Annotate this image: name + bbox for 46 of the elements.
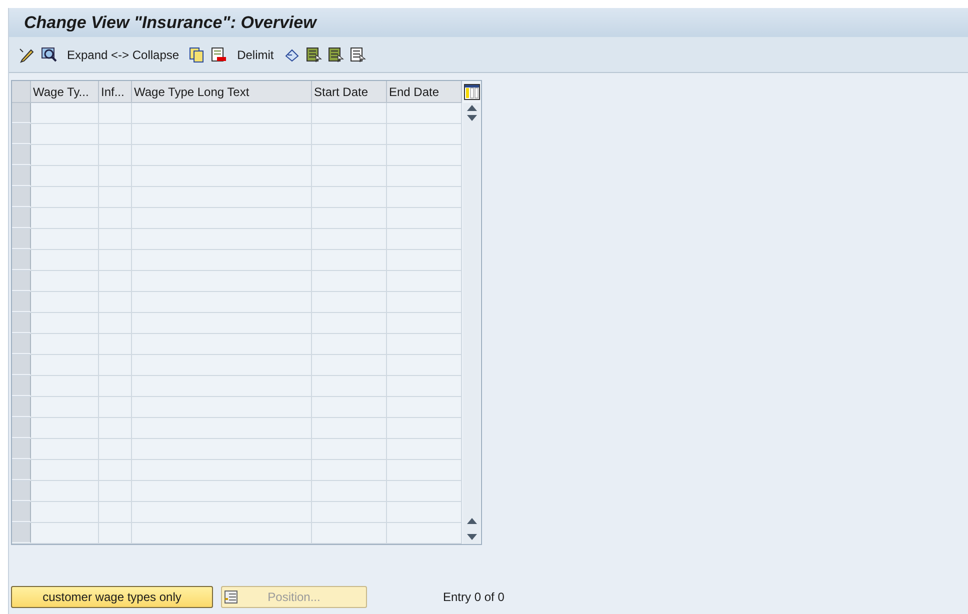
toolbar-button[interactable]: Delimit [233,46,278,64]
scroll-up-icon[interactable] [466,105,476,111]
row-selector[interactable] [12,355,31,375]
scrollbar[interactable] [463,103,480,544]
copy-icon[interactable] [189,46,206,62]
delete-row-icon[interactable] [211,46,228,62]
column-settings-icon[interactable] [464,84,480,100]
row-selector[interactable] [12,502,31,522]
row-selector[interactable] [12,397,31,417]
scroll-down-icon[interactable] [466,534,476,540]
entry-count: Entry 0 of 0 [443,589,504,606]
row-selector[interactable] [12,187,31,207]
scroll-up-icon[interactable] [466,518,476,524]
select-all-icon[interactable] [306,46,322,62]
column-header[interactable]: Inf... [99,81,132,102]
row-selector[interactable] [12,418,31,438]
row-selector[interactable] [12,439,31,459]
row-selector[interactable] [12,271,31,291]
select-all-cell[interactable] [12,81,31,102]
filter-button[interactable]: customer wage types only [11,586,213,608]
row-selector[interactable] [12,103,31,123]
position-icon [224,590,238,604]
row-selector[interactable] [12,292,31,312]
row-selector[interactable] [12,481,31,501]
row-selector[interactable] [12,208,31,228]
row-selector[interactable] [12,250,31,270]
row-selector[interactable] [12,145,31,165]
row-selector[interactable] [12,523,31,543]
pencil-icon[interactable] [19,46,35,62]
row-selector[interactable] [12,376,31,396]
row-selector[interactable] [12,334,31,354]
row-selector[interactable] [12,313,31,333]
row-selector[interactable] [12,460,31,480]
row-selector[interactable] [12,166,31,186]
deselect-all-icon[interactable] [350,46,366,62]
column-header[interactable]: End Date [387,81,462,102]
window-title: Change View "Insurance": Overview [24,12,316,34]
column-header[interactable]: Wage Ty... [31,81,99,102]
row-selector[interactable] [12,229,31,249]
column-header[interactable]: Wage Type Long Text [132,81,312,102]
select-block-icon[interactable] [328,46,344,62]
toolbar-button[interactable]: Expand <-> Collapse [63,46,184,64]
scroll-down-icon[interactable] [466,115,476,121]
magnifier-icon[interactable] [41,46,57,62]
row-selector[interactable] [12,124,31,144]
column-header[interactable]: Start Date [312,81,387,102]
